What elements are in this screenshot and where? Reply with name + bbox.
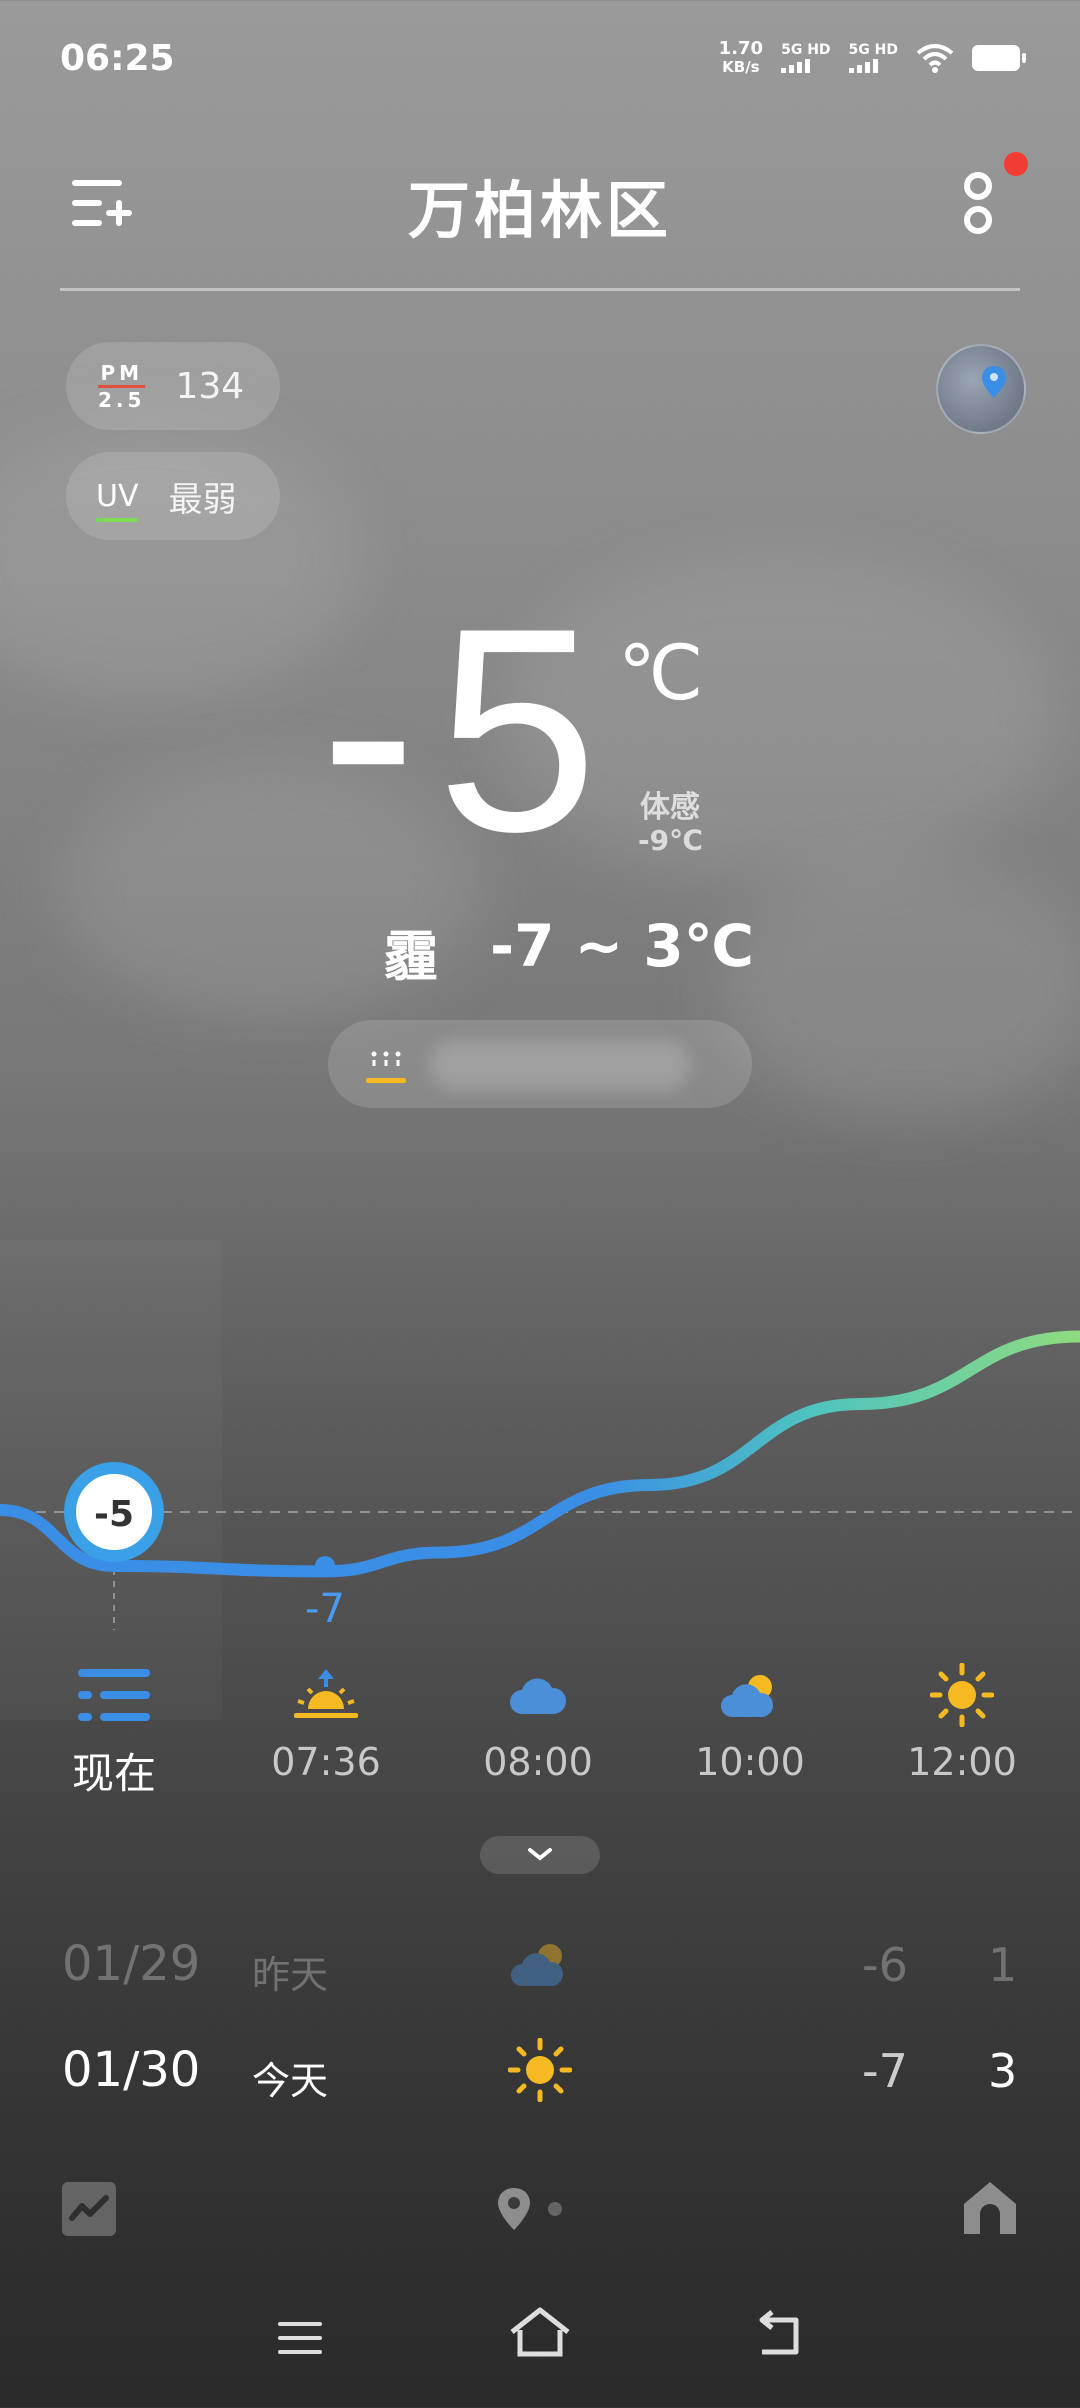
uv-value: 最弱 — [168, 479, 237, 520]
hourly-item-now[interactable]: 现在 — [14, 1660, 214, 1801]
daily-low: -7 — [862, 2044, 908, 2098]
daily-day-name: 今天 — [252, 2059, 329, 2103]
daily-day-name: 昨天 — [252, 1953, 329, 1997]
hourly-label: 现在 — [71, 1749, 156, 1798]
daily-date: 01/30 — [62, 2042, 201, 2098]
signal-sim2-icon: 5G HD — [848, 43, 898, 73]
trend-button[interactable] — [62, 2182, 116, 2236]
home-weather-icon[interactable] — [960, 2178, 1020, 2238]
daily-date: 01/29 — [62, 1936, 201, 1992]
radar-map-button[interactable] — [936, 344, 1026, 434]
uv-label: UV — [96, 478, 139, 522]
status-time: 06:25 — [60, 38, 175, 79]
daily-row-today[interactable]: 01/30 今天 -7 3 — [0, 2030, 1080, 2110]
hourly-label: 10:00 — [695, 1740, 805, 1784]
net-speed: 1.70 KB/s — [718, 38, 764, 77]
hourly-item-1200[interactable]: 12:00 — [862, 1660, 1062, 1784]
uv-pill[interactable]: UV 最弱 — [66, 452, 280, 540]
more-options-icon[interactable] — [950, 168, 1010, 248]
battery-icon — [972, 45, 1026, 71]
daily-low: -6 — [862, 1938, 908, 1992]
trend-icon — [69, 2195, 109, 2221]
partly-cloudy-icon — [721, 1675, 774, 1717]
feels-like-value: -9℃ — [638, 824, 704, 857]
pm25-label: PM 2.5 — [98, 360, 146, 412]
partly-cloudy-icon — [511, 1944, 564, 1986]
temperature-unit: ℃ — [618, 628, 704, 717]
list-icon — [78, 1669, 150, 1721]
nav-menu-icon[interactable] — [276, 2318, 324, 2358]
location-pin-icon[interactable] — [494, 2186, 534, 2232]
wifi-icon — [916, 44, 954, 73]
sunrise-icon — [294, 1669, 358, 1718]
haze-alert-icon — [366, 1051, 406, 1083]
sun-icon — [508, 2038, 572, 2102]
nav-home-icon[interactable] — [508, 2304, 572, 2364]
feels-like-label: 体感 — [640, 790, 700, 825]
pm25-value: 134 — [175, 365, 245, 407]
map-pin-icon — [982, 366, 1006, 398]
hourly-item-1000[interactable]: 10:00 — [650, 1660, 850, 1784]
sun-icon — [930, 1663, 994, 1727]
hourly-temperature-chart: -7 -5 — [0, 1330, 1080, 1632]
daily-row-yesterday[interactable]: 01/29 昨天 -6 1 — [0, 1924, 1080, 2004]
temperature-range: -7 ~ 3℃ — [490, 912, 755, 980]
header-divider — [60, 288, 1020, 291]
expand-forecast-button[interactable] — [480, 1836, 600, 1874]
hourly-label: 07:36 — [271, 1740, 381, 1784]
pm25-pill[interactable]: PM 2.5 134 — [66, 342, 280, 430]
notification-dot — [1004, 152, 1028, 176]
hourly-item-sunrise[interactable]: 07:36 — [226, 1660, 426, 1784]
current-temperature: -5 — [320, 568, 618, 892]
cloud-icon — [510, 1678, 567, 1714]
hourly-item-0800[interactable]: 08:00 — [438, 1660, 638, 1784]
status-icons: 1.70 KB/s 5G HD 5G HD — [718, 38, 1026, 77]
weather-condition: 霾 — [384, 925, 438, 988]
now-marker-value: -5 — [94, 1494, 134, 1535]
temperature-line — [0, 1330, 1080, 1578]
min-temp-label: -7 — [305, 1586, 345, 1632]
hourly-label: 12:00 — [907, 1740, 1017, 1784]
hourly-label: 08:00 — [483, 1740, 593, 1784]
daily-high: 3 — [988, 2044, 1018, 2098]
page-indicator-dot — [548, 2202, 562, 2216]
min-temp-dot — [315, 1556, 335, 1576]
alert-text-blurred — [430, 1040, 690, 1090]
signal-sim1-icon: 5G HD — [781, 43, 831, 73]
daily-high: 1 — [988, 1938, 1018, 1992]
nav-back-icon[interactable] — [752, 2310, 808, 2360]
city-title: 万柏林区 — [407, 174, 672, 247]
chevron-down-icon — [528, 1848, 552, 1861]
